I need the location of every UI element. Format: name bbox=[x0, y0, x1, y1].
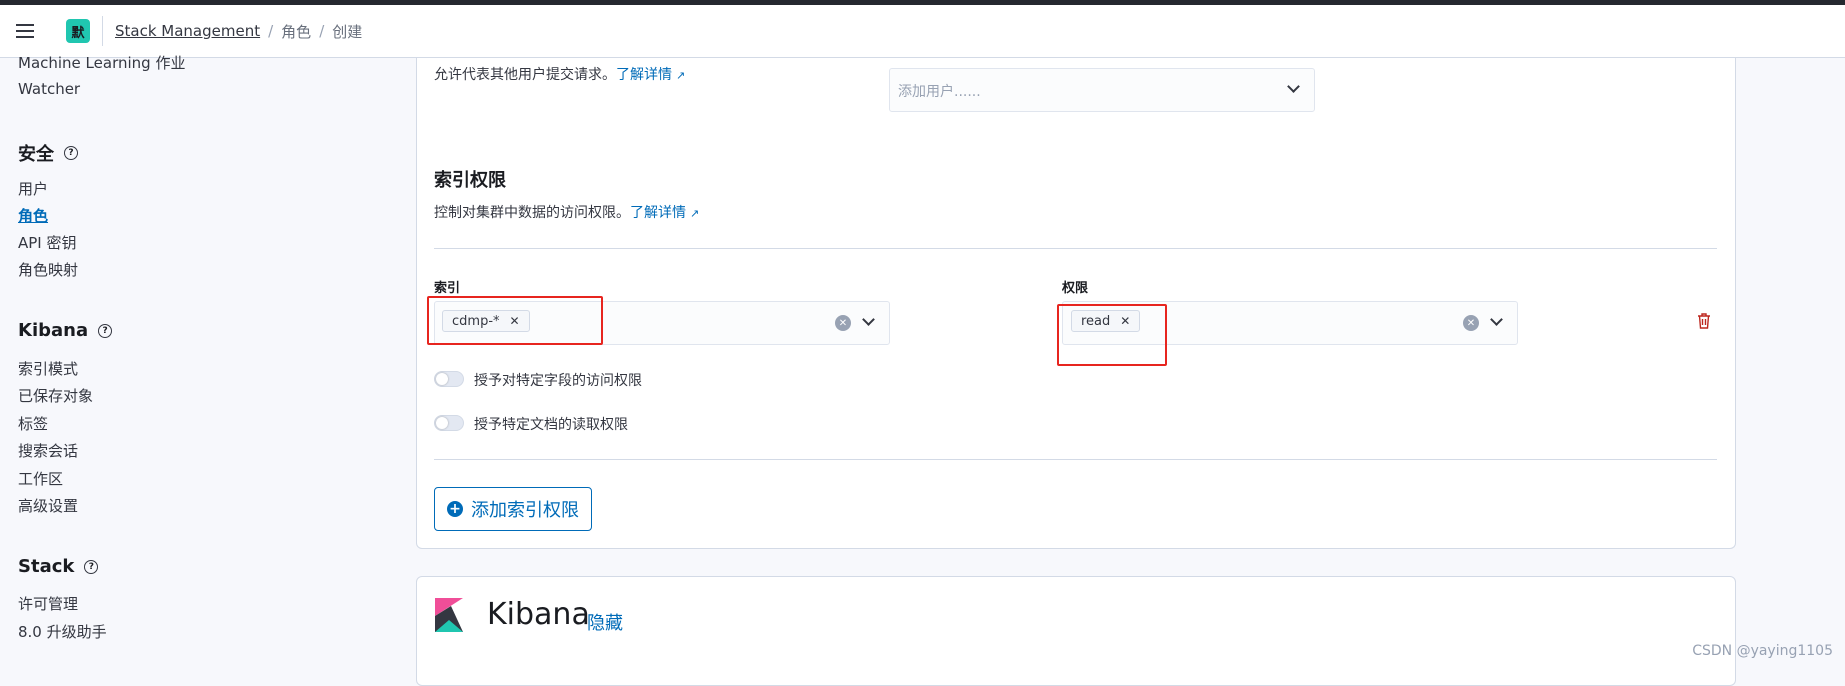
index-desc-text: 控制对集群中数据的访问权限。 bbox=[434, 205, 630, 221]
add-button-label: 添加索引权限 bbox=[471, 500, 579, 521]
chevron-down-icon[interactable] bbox=[862, 313, 875, 326]
hamburger-icon bbox=[16, 30, 34, 32]
header-divider bbox=[102, 16, 103, 46]
sidebar-item-api-keys[interactable]: API 密钥 bbox=[18, 232, 77, 253]
section-title: Kibana bbox=[18, 320, 89, 341]
help-icon[interactable]: ? bbox=[98, 323, 113, 338]
sidebar-item-search-sessions[interactable]: 搜索会话 bbox=[18, 440, 78, 461]
watermark: CSDN @yaying1105 bbox=[1692, 643, 1833, 659]
clear-icon[interactable]: ✕ bbox=[1463, 315, 1479, 331]
section-divider bbox=[434, 459, 1717, 460]
section-title: 安全 bbox=[18, 144, 54, 165]
clear-icon[interactable]: ✕ bbox=[835, 315, 851, 331]
field-security-switch[interactable] bbox=[434, 371, 464, 387]
breadcrumb-roles[interactable]: 角色 bbox=[281, 21, 311, 42]
sidebar: Machine Learning 作业 Watcher 安全? 用户 角色 AP… bbox=[0, 54, 380, 672]
external-link-icon: ↗ bbox=[690, 207, 700, 220]
plus-circle-icon: + bbox=[447, 501, 463, 517]
breadcrumb-separator: / bbox=[268, 22, 274, 40]
document-security-switch[interactable] bbox=[434, 415, 464, 431]
kibana-hide-link[interactable]: 隐藏 bbox=[587, 609, 623, 635]
sidebar-section-kibana: Kibana? bbox=[18, 320, 113, 341]
sidebar-item-tags[interactable]: 标签 bbox=[18, 413, 48, 434]
external-link-icon: ↗ bbox=[676, 69, 686, 82]
run-as-users-combobox[interactable]: 添加用户...... bbox=[889, 68, 1315, 112]
highlight-box bbox=[1057, 304, 1167, 366]
sidebar-section-stack: Stack? bbox=[18, 556, 99, 577]
breadcrumb-stack-management[interactable]: Stack Management bbox=[115, 22, 260, 40]
run-as-learn-more-link[interactable]: 了解详情 ↗ bbox=[616, 67, 685, 83]
section-title: Stack bbox=[18, 556, 75, 577]
index-privileges-title: 索引权限 bbox=[434, 170, 506, 191]
chevron-down-icon[interactable] bbox=[1490, 313, 1503, 326]
switch-knob bbox=[436, 373, 448, 385]
sidebar-section-security: 安全? bbox=[18, 140, 78, 166]
learn-more-text: 了解详情 bbox=[630, 205, 686, 221]
breadcrumb: Stack Management / 角色 / 创建 bbox=[115, 21, 362, 42]
privileges-label: 权限 bbox=[1062, 281, 1089, 296]
breadcrumb-separator: / bbox=[319, 22, 325, 40]
highlight-box bbox=[427, 296, 603, 345]
sidebar-item-roles[interactable]: 角色 bbox=[18, 205, 48, 226]
indices-label: 索引 bbox=[434, 281, 461, 296]
sidebar-item-workspaces[interactable]: 工作区 bbox=[18, 468, 63, 489]
help-icon[interactable]: ? bbox=[64, 146, 78, 160]
trash-icon[interactable] bbox=[1697, 313, 1711, 329]
kibana-logo-icon bbox=[435, 598, 463, 632]
sidebar-item-saved-objects[interactable]: 已保存对象 bbox=[18, 385, 93, 406]
learn-more-text: 了解详情 bbox=[616, 67, 672, 83]
section-divider bbox=[434, 248, 1717, 249]
add-index-privilege-button[interactable]: + 添加索引权限 bbox=[434, 487, 592, 531]
breadcrumb-create: 创建 bbox=[332, 22, 363, 41]
index-privileges-description: 控制对集群中数据的访问权限。了解详情 ↗ bbox=[434, 202, 699, 222]
sidebar-item-role-mappings[interactable]: 角色映射 bbox=[18, 259, 78, 280]
sidebar-item-advanced-settings[interactable]: 高级设置 bbox=[18, 495, 78, 516]
menu-toggle-button[interactable] bbox=[0, 5, 50, 58]
help-icon[interactable]: ? bbox=[84, 559, 99, 574]
chevron-down-icon[interactable] bbox=[1287, 80, 1300, 93]
field-security-label: 授予对特定字段的访问权限 bbox=[474, 373, 642, 389]
kibana-privileges-panel: Kibana 隐藏 bbox=[416, 576, 1736, 686]
header-bar: 默 Stack Management / 角色 / 创建 bbox=[0, 5, 1845, 58]
run-as-desc-text: 允许代表其他用户提交请求。 bbox=[434, 67, 616, 83]
index-learn-more-link[interactable]: 了解详情 ↗ bbox=[630, 205, 699, 221]
sidebar-item-index-patterns[interactable]: 索引模式 bbox=[18, 358, 78, 379]
sidebar-item-ml-jobs[interactable]: Machine Learning 作业 bbox=[18, 52, 185, 73]
run-as-placeholder: 添加用户...... bbox=[898, 84, 981, 100]
elasticsearch-privileges-panel: 允许代表其他用户提交请求。了解详情 ↗ 添加用户...... 索引权限 控制对集群… bbox=[416, 58, 1736, 549]
kibana-section-title: Kibana bbox=[487, 597, 590, 632]
sidebar-item-users[interactable]: 用户 bbox=[18, 178, 48, 199]
sidebar-item-upgrade-assistant[interactable]: 8.0 升级助手 bbox=[18, 621, 107, 642]
sidebar-item-license[interactable]: 许可管理 bbox=[18, 593, 78, 614]
sidebar-item-watcher[interactable]: Watcher bbox=[18, 80, 80, 98]
space-avatar[interactable]: 默 bbox=[66, 19, 90, 43]
switch-knob bbox=[436, 417, 448, 429]
document-security-label: 授予特定文档的读取权限 bbox=[474, 417, 628, 433]
run-as-description: 允许代表其他用户提交请求。了解详情 ↗ bbox=[434, 64, 685, 84]
